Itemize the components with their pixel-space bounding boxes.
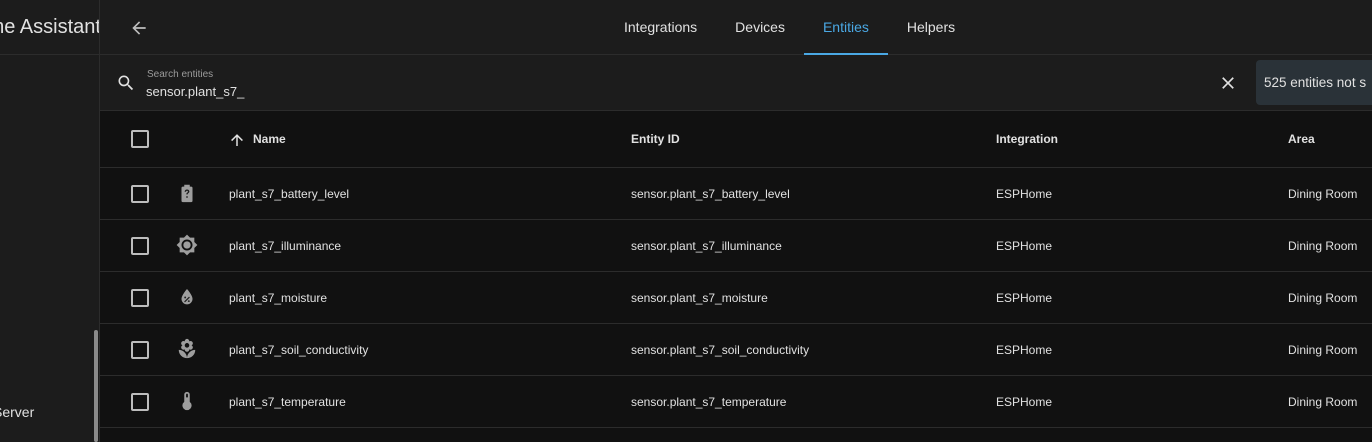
row-name: plant_s7_battery_level	[229, 187, 350, 201]
water-percent-icon	[181, 288, 193, 305]
row-area: Dining Room	[1288, 291, 1358, 305]
row-entity-id: sensor.plant_s7_moisture	[631, 291, 768, 305]
top-bar: Integrations Devices Entities Helpers	[100, 0, 1372, 55]
main-panel: Integrations Devices Entities Helpers Se…	[100, 0, 1372, 442]
tab-helpers[interactable]: Helpers	[888, 0, 974, 54]
entities-table: Name Entity ID Integration Area plant_s7…	[100, 111, 1372, 428]
close-icon[interactable]	[1218, 73, 1238, 93]
header-name[interactable]: Name	[253, 132, 286, 146]
header-entity-id[interactable]: Entity ID	[631, 132, 680, 146]
sidebar-item-server[interactable]: Server	[0, 404, 34, 420]
table-row[interactable]: plant_s7_soil_conductivity sensor.plant_…	[100, 324, 1372, 376]
search-label: Search entities	[147, 69, 214, 80]
tab-bar: Integrations Devices Entities Helpers	[605, 0, 974, 55]
row-integration: ESPHome	[996, 343, 1053, 357]
sidebar: Home Assistant Server	[0, 0, 100, 442]
row-area: Dining Room	[1288, 187, 1358, 201]
row-integration: ESPHome	[996, 187, 1053, 201]
row-checkbox[interactable]	[131, 237, 149, 255]
arrow-up-icon[interactable]	[228, 131, 246, 149]
row-checkbox[interactable]	[131, 185, 149, 203]
row-integration: ESPHome	[996, 239, 1053, 253]
row-name: plant_s7_moisture	[229, 291, 328, 305]
row-integration: ESPHome	[996, 395, 1053, 409]
sidebar-scrollbar[interactable]	[94, 330, 98, 442]
search-icon	[118, 75, 134, 91]
table-row[interactable]: plant_s7_battery_level sensor.plant_s7_b…	[100, 168, 1372, 220]
row-area: Dining Room	[1288, 343, 1358, 357]
brightness-icon	[176, 234, 198, 256]
tab-entities[interactable]: Entities	[803, 0, 888, 55]
row-name: plant_s7_illuminance	[229, 239, 342, 253]
tab-integrations[interactable]: Integrations	[605, 0, 716, 54]
row-entity-id: sensor.plant_s7_illuminance	[631, 239, 782, 253]
table-row[interactable]: plant_s7_illuminance sensor.plant_s7_ill…	[100, 220, 1372, 272]
row-checkbox[interactable]	[131, 393, 149, 411]
arrow-left-icon	[132, 21, 146, 35]
battery-unknown-icon	[181, 184, 193, 203]
app-title: Home Assistant	[0, 16, 100, 38]
back-button[interactable]	[122, 11, 156, 45]
hidden-entities-badge[interactable]: 525 entities not s	[1256, 60, 1372, 105]
row-checkbox[interactable]	[131, 341, 149, 359]
tab-devices[interactable]: Devices	[716, 0, 804, 54]
row-area: Dining Room	[1288, 239, 1358, 253]
row-area: Dining Room	[1288, 395, 1358, 409]
select-all-checkbox[interactable]	[131, 130, 149, 148]
table-header: Name Entity ID Integration Area	[100, 111, 1372, 168]
sidebar-divider	[0, 54, 99, 55]
row-name: plant_s7_temperature	[229, 395, 346, 409]
flower-icon	[178, 338, 196, 359]
row-integration: ESPHome	[996, 291, 1053, 305]
search-input[interactable]	[146, 82, 946, 100]
row-checkbox[interactable]	[131, 289, 149, 307]
row-entity-id: sensor.plant_s7_temperature	[631, 395, 787, 409]
header-area[interactable]: Area	[1288, 132, 1315, 146]
search-bar: Search entities 525 entities not s	[100, 55, 1372, 111]
table-row[interactable]: plant_s7_moisture sensor.plant_s7_moistu…	[100, 272, 1372, 324]
row-name: plant_s7_soil_conductivity	[229, 343, 369, 357]
thermometer-icon	[182, 391, 192, 411]
row-entity-id: sensor.plant_s7_soil_conductivity	[631, 343, 810, 357]
table-row[interactable]: plant_s7_temperature sensor.plant_s7_tem…	[100, 376, 1372, 428]
header-integration[interactable]: Integration	[996, 132, 1058, 146]
row-entity-id: sensor.plant_s7_battery_level	[631, 187, 790, 201]
